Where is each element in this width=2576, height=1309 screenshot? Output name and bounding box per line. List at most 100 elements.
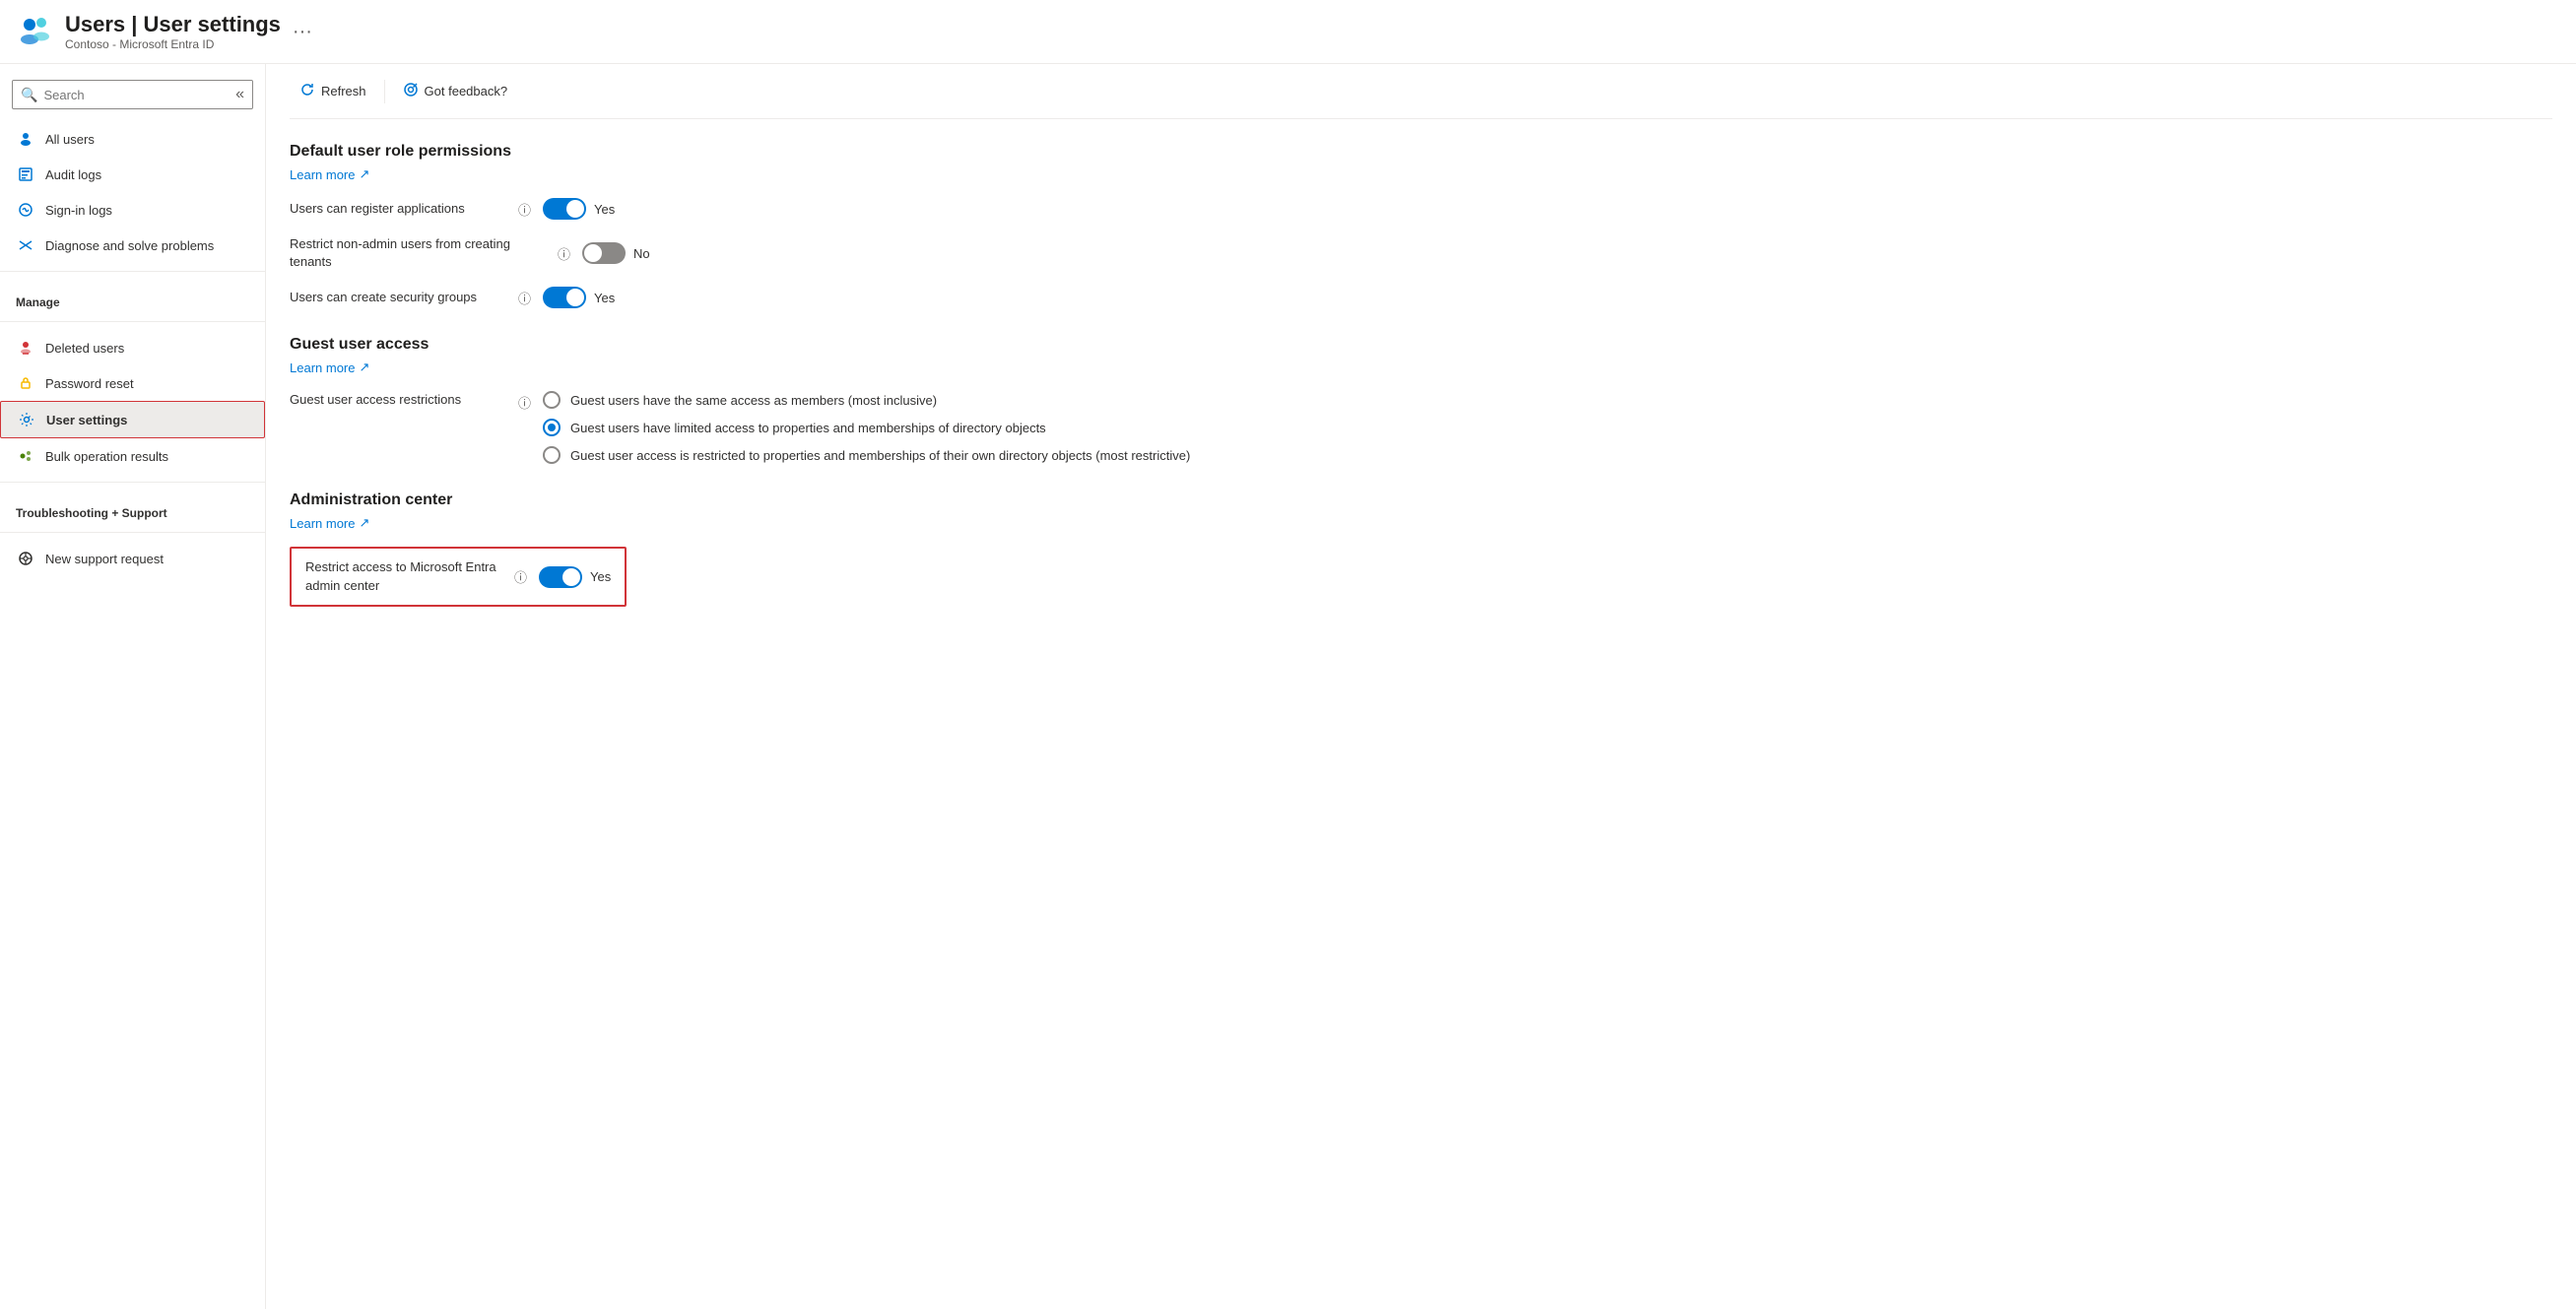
collapse-icon[interactable]: « xyxy=(235,86,244,103)
setting-control-register-apps: Yes xyxy=(543,198,615,220)
sidebar-label-bulk-results: Bulk operation results xyxy=(45,449,168,464)
radio-circle-same xyxy=(543,391,561,409)
section-admin-center: Administration center Learn more ↗ Restr… xyxy=(290,491,2552,606)
setting-label-restrict-admin: Restrict access to Microsoft Entra admin… xyxy=(305,558,502,594)
info-icon-restrict-admin[interactable]: ⓘ xyxy=(514,567,527,586)
toggle-restrict-admin[interactable] xyxy=(539,566,582,588)
sidebar-label-all-users: All users xyxy=(45,132,95,147)
sidebar: 🔍 « All users Audit logs Sign-in logs xyxy=(0,64,266,1309)
toggle-restrict-tenants[interactable] xyxy=(582,242,626,264)
setting-label-guest-access: Guest user access restrictions xyxy=(290,391,506,409)
sidebar-support-label: Troubleshooting + Support xyxy=(0,491,265,524)
radio-circle-restricted xyxy=(543,446,561,464)
setting-row-register-apps: Users can register applications ⓘ Yes xyxy=(290,198,2552,220)
section-default-permissions: Default user role permissions Learn more… xyxy=(290,143,2552,308)
sidebar-item-all-users[interactable]: All users xyxy=(0,121,265,157)
bulk-icon xyxy=(16,446,35,466)
toggle-knob xyxy=(584,244,602,262)
radio-restricted-access[interactable]: Guest user access is restricted to prope… xyxy=(543,446,1190,464)
sidebar-label-password-reset: Password reset xyxy=(45,376,134,391)
sidebar-label-user-settings: User settings xyxy=(46,413,127,427)
toolbar-divider xyxy=(384,80,385,103)
sidebar-manage-label: Manage xyxy=(0,280,265,313)
password-icon xyxy=(16,373,35,393)
sidebar-divider-2 xyxy=(0,321,265,322)
setting-control-security-groups: Yes xyxy=(543,287,615,308)
sidebar-divider-1 xyxy=(0,271,265,272)
search-icon: 🔍 xyxy=(21,87,37,103)
setting-label-security-groups: Users can create security groups xyxy=(290,289,506,306)
person-icon xyxy=(16,129,35,149)
search-box[interactable]: 🔍 « xyxy=(12,80,253,109)
setting-row-security-groups: Users can create security groups ⓘ Yes xyxy=(290,287,2552,308)
refresh-button[interactable]: Refresh xyxy=(290,76,376,106)
sidebar-label-new-support: New support request xyxy=(45,552,164,566)
section-title-admin-center: Administration center xyxy=(290,491,2552,509)
setting-control-restrict-admin: Yes xyxy=(539,566,611,588)
setting-row-guest-access: Guest user access restrictions ⓘ Guest u… xyxy=(290,391,2552,464)
learn-more-admin-center[interactable]: Learn more ↗ xyxy=(290,515,2552,531)
learn-more-guest-access[interactable]: Learn more ↗ xyxy=(290,360,2552,375)
toggle-security-groups[interactable] xyxy=(543,287,586,308)
sidebar-label-sign-in-logs: Sign-in logs xyxy=(45,203,112,218)
feedback-icon xyxy=(403,82,419,100)
refresh-label: Refresh xyxy=(321,84,366,98)
radio-limited-access[interactable]: Guest users have limited access to prope… xyxy=(543,419,1190,436)
radio-same-access[interactable]: Guest users have the same access as memb… xyxy=(543,391,1190,409)
sidebar-item-bulk-results[interactable]: Bulk operation results xyxy=(0,438,265,474)
settings-icon xyxy=(17,410,36,429)
info-icon-register-apps[interactable]: ⓘ xyxy=(518,200,531,219)
audit-icon xyxy=(16,164,35,184)
feedback-button[interactable]: Got feedback? xyxy=(393,76,518,106)
header-title-area: Users | User settings Contoso - Microsof… xyxy=(65,12,281,51)
sidebar-item-new-support[interactable]: New support request xyxy=(0,541,265,576)
radio-circle-limited xyxy=(543,419,561,436)
radio-label-restricted: Guest user access is restricted to prope… xyxy=(570,448,1190,463)
sidebar-item-diagnose[interactable]: Diagnose and solve problems xyxy=(0,228,265,263)
deleted-icon xyxy=(16,338,35,358)
sidebar-label-deleted-users: Deleted users xyxy=(45,341,124,356)
toggle-value-register-apps: Yes xyxy=(594,202,615,217)
toggle-knob xyxy=(566,200,584,218)
sidebar-item-user-settings[interactable]: User settings xyxy=(0,401,265,438)
section-guest-access: Guest user access Learn more ↗ Guest use… xyxy=(290,336,2552,464)
sidebar-divider-4 xyxy=(0,532,265,533)
toggle-value-restrict-admin: Yes xyxy=(590,569,611,584)
external-link-icon-3: ↗ xyxy=(359,515,369,531)
support-icon xyxy=(16,549,35,568)
toggle-knob xyxy=(566,289,584,306)
highlighted-setting-admin-center: Restrict access to Microsoft Entra admin… xyxy=(290,547,627,606)
toolbar: Refresh Got feedback? xyxy=(290,64,2552,119)
external-link-icon: ↗ xyxy=(359,166,369,182)
info-icon-guest-access[interactable]: ⓘ xyxy=(518,393,531,412)
toggle-value-restrict-tenants: No xyxy=(633,246,650,261)
more-options-button[interactable]: ··· xyxy=(293,21,312,43)
setting-label-restrict-tenants: Restrict non-admin users from creating t… xyxy=(290,235,546,271)
sidebar-label-diagnose: Diagnose and solve problems xyxy=(45,238,214,253)
info-icon-security-groups[interactable]: ⓘ xyxy=(518,289,531,307)
toggle-knob xyxy=(562,568,580,586)
app-icon xyxy=(16,12,55,51)
sidebar-item-deleted-users[interactable]: Deleted users xyxy=(0,330,265,365)
sidebar-item-audit-logs[interactable]: Audit logs xyxy=(0,157,265,192)
refresh-icon xyxy=(299,82,315,100)
toggle-value-security-groups: Yes xyxy=(594,291,615,305)
setting-label-register-apps: Users can register applications xyxy=(290,200,506,218)
search-input[interactable] xyxy=(43,88,228,102)
sidebar-divider-3 xyxy=(0,482,265,483)
learn-more-default-permissions[interactable]: Learn more ↗ xyxy=(290,166,2552,182)
info-icon-restrict-tenants[interactable]: ⓘ xyxy=(558,244,570,263)
sidebar-item-password-reset[interactable]: Password reset xyxy=(0,365,265,401)
feedback-label: Got feedback? xyxy=(425,84,508,98)
sidebar-item-sign-in-logs[interactable]: Sign-in logs xyxy=(0,192,265,228)
sidebar-label-audit-logs: Audit logs xyxy=(45,167,101,182)
section-title-default-permissions: Default user role permissions xyxy=(290,143,2552,161)
guest-access-radio-group: Guest users have the same access as memb… xyxy=(543,391,1190,464)
external-link-icon-2: ↗ xyxy=(359,360,369,375)
diagnose-icon xyxy=(16,235,35,255)
main-content: Refresh Got feedback? Default user role … xyxy=(266,64,2576,1309)
page-title: Users | User settings xyxy=(65,12,281,37)
page-subtitle: Contoso - Microsoft Entra ID xyxy=(65,37,281,51)
toggle-register-apps[interactable] xyxy=(543,198,586,220)
setting-row-restrict-tenants: Restrict non-admin users from creating t… xyxy=(290,235,2552,271)
